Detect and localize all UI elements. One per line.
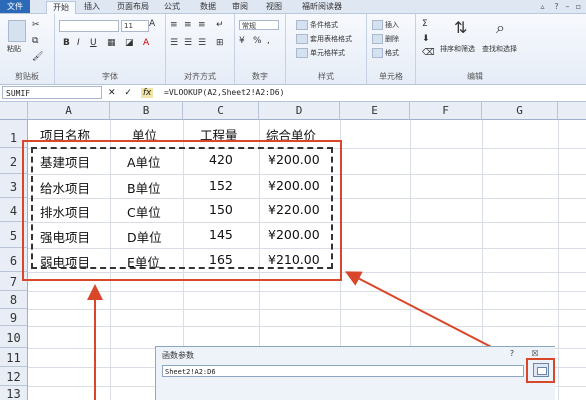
dialog-help-button[interactable]: ? xyxy=(506,349,518,359)
dialog-title: 函数参数 xyxy=(162,351,194,360)
annotation-highlight-box xyxy=(526,358,555,383)
function-arguments-dialog: 函数参数 ? ☒ Sheet2!A2:D6 xyxy=(155,346,555,400)
annotation-arrows xyxy=(87,271,529,400)
dialog-range-input[interactable]: Sheet2!A2:D6 xyxy=(162,365,524,377)
